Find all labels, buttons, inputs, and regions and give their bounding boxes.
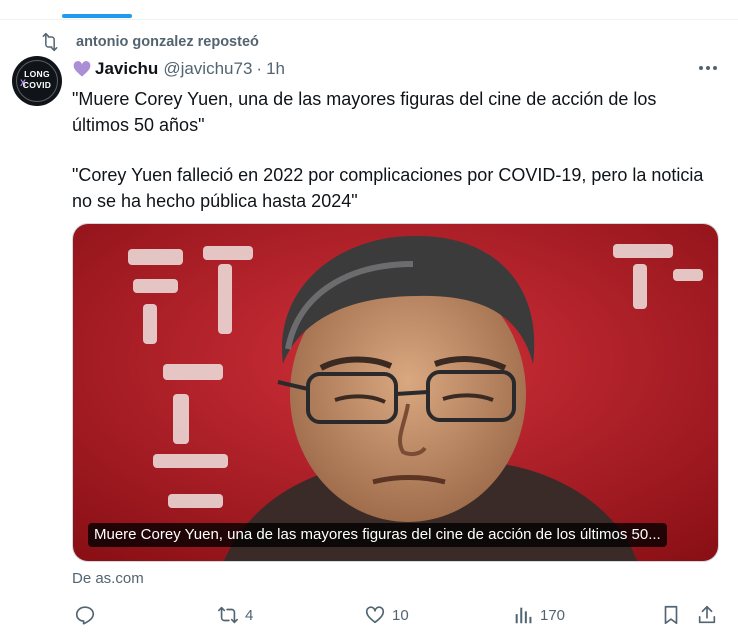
author-handle[interactable]: @javichu73	[163, 59, 252, 79]
reply-button[interactable]	[74, 604, 96, 626]
link-card-image[interactable]: Muere Corey Yuen, una de las mayores fig…	[72, 223, 719, 562]
tweet-actions: 4 10 170	[72, 600, 722, 630]
avatar-text-bottom: COVID	[22, 80, 52, 90]
repost-context[interactable]: antonio gonzalez reposteó	[40, 31, 259, 53]
share-button[interactable]	[696, 604, 718, 626]
media-caption: Muere Corey Yuen, una de las mayores fig…	[88, 523, 667, 547]
tweet-header: Javichu @javichu73 · 1h	[72, 57, 285, 81]
more-icon	[699, 66, 717, 70]
purple-heart-icon	[73, 61, 91, 77]
separator-dot: ·	[256, 59, 263, 78]
top-tab-bar	[0, 0, 738, 20]
tweet-paragraph-2: "Corey Yuen falleció en 2022 por complic…	[72, 165, 704, 211]
tweet-paragraph-1: "Muere Corey Yuen, una de las mayores fi…	[72, 89, 657, 135]
repost-icon	[42, 32, 58, 52]
views-count: 170	[540, 606, 566, 624]
retweet-button[interactable]: 4	[217, 604, 253, 626]
more-options-button[interactable]	[696, 58, 720, 78]
views-button[interactable]: 170	[512, 604, 565, 626]
like-button[interactable]: 10	[364, 604, 409, 626]
author-name[interactable]: Javichu	[95, 59, 158, 79]
reply-icon	[75, 606, 95, 625]
bookmark-button[interactable]	[660, 604, 682, 626]
retweet-count: 4	[245, 606, 254, 624]
analytics-icon	[515, 607, 532, 624]
link-source[interactable]: De as.com	[72, 570, 144, 587]
retweet-icon	[218, 606, 238, 624]
tweet-time[interactable]: 1h	[266, 59, 285, 79]
active-tab-indicator	[62, 14, 132, 18]
tweet-text: "Muere Corey Yuen, una de las mayores fi…	[72, 86, 712, 214]
news-photo	[73, 224, 718, 561]
share-icon	[698, 605, 716, 624]
like-count: 10	[392, 606, 409, 624]
bookmark-icon	[664, 605, 678, 625]
repost-label[interactable]: antonio gonzalez reposteó	[76, 34, 259, 50]
avatar[interactable]: LONG X COVID	[12, 56, 62, 106]
heart-icon	[365, 606, 385, 624]
